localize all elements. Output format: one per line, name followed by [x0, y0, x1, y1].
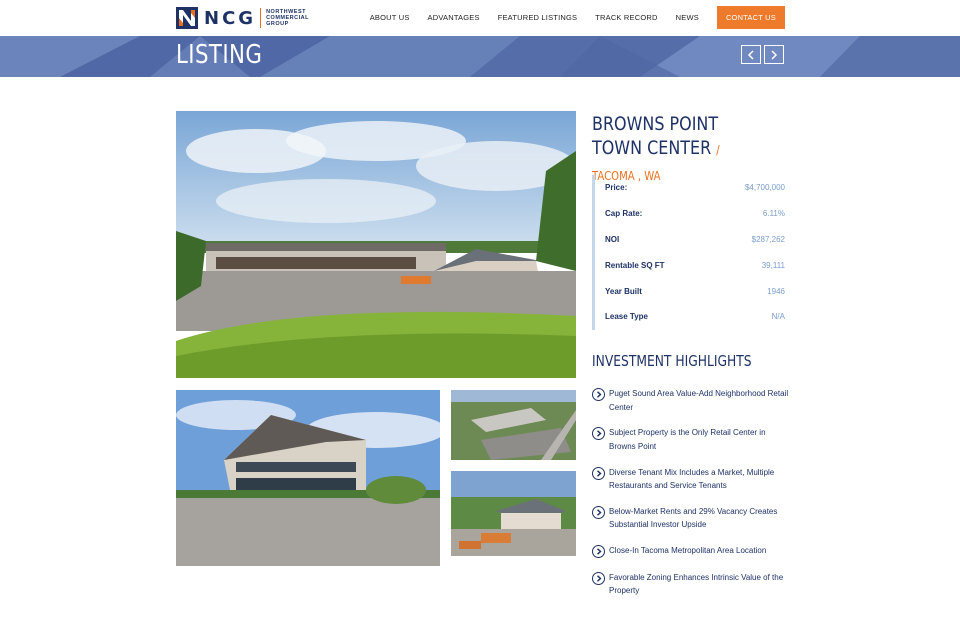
- spec-value: $4,700,000: [744, 183, 785, 193]
- highlight-item: Puget Sound Area Value-Add Neighborhood …: [592, 387, 792, 426]
- nav-news[interactable]: NEWS: [676, 13, 699, 22]
- nav-track-record[interactable]: TRACK RECORD: [595, 13, 657, 22]
- site-header: NCG NORTHWEST COMMERCIAL GROUP ABOUT US …: [0, 0, 960, 36]
- highlight-item: Favorable Zoning Enhances Intrinsic Valu…: [592, 571, 792, 610]
- spec-row-lease-type: Lease Type N/A: [595, 304, 785, 330]
- main-property-photo[interactable]: [176, 111, 576, 378]
- highlight-item: Subject Property is the Only Retail Cent…: [592, 426, 792, 465]
- highlight-text: Diverse Tenant Mix Includes a Market, Mu…: [609, 467, 775, 491]
- chevron-left-icon: [747, 49, 754, 60]
- next-button[interactable]: [764, 45, 784, 64]
- nav-advantages[interactable]: ADVANTAGES: [428, 13, 480, 22]
- logo-subtitle: NORTHWEST COMMERCIAL GROUP: [266, 9, 309, 27]
- spec-label: Rentable SQ FT: [605, 260, 665, 270]
- spec-label: Year Built: [605, 286, 642, 296]
- aerial-photo-2[interactable]: [451, 471, 576, 556]
- chevron-circle-right-icon: [592, 427, 605, 441]
- highlight-item: Below-Market Rents and 29% Vacancy Creat…: [592, 505, 792, 544]
- spec-row-year-built: Year Built 1946: [595, 278, 785, 304]
- banner-pattern: [0, 36, 960, 77]
- spec-value: $287,262: [751, 234, 785, 244]
- contact-us-button[interactable]: CONTACT US: [716, 5, 785, 29]
- spec-row-price: Price: $4,700,000: [595, 175, 785, 201]
- ncg-logo-mark: [176, 7, 198, 29]
- page-banner: LISTING: [0, 36, 960, 77]
- spec-value: 1946: [767, 286, 785, 296]
- property-name: BROWNS POINT TOWN CENTER: [592, 113, 719, 159]
- building-photo[interactable]: [176, 390, 440, 566]
- highlight-item: Close-In Tacoma Metropolitan Area Locati…: [592, 544, 792, 571]
- logo-sub-line: GROUP: [266, 21, 289, 27]
- ncg-logo-letters: NCG: [204, 7, 257, 29]
- spec-row-cap-rate: Cap Rate: 6.11%: [595, 201, 785, 227]
- prev-button[interactable]: [741, 45, 761, 64]
- highlights-list: Puget Sound Area Value-Add Neighborhood …: [592, 387, 792, 610]
- spec-row-noi: NOI $287,262: [595, 227, 785, 253]
- highlight-text: Close-In Tacoma Metropolitan Area Locati…: [609, 546, 767, 556]
- nav-about-us[interactable]: ABOUT US: [370, 13, 410, 22]
- ncg-logo[interactable]: NCG NORTHWEST COMMERCIAL GROUP: [176, 6, 309, 30]
- main-nav: ABOUT US ADVANTAGES FEATURED LISTINGS TR…: [352, 5, 785, 29]
- highlight-item: Diverse Tenant Mix Includes a Market, Mu…: [592, 466, 792, 505]
- property-specs: Price: $4,700,000 Cap Rate: 6.11% NOI $2…: [592, 175, 785, 330]
- highlight-text: Below-Market Rents and 29% Vacancy Creat…: [609, 506, 778, 530]
- spec-label: Lease Type: [605, 312, 648, 322]
- spec-value: 39,111: [761, 260, 785, 270]
- spec-value: 6.11%: [762, 209, 785, 219]
- aerial-photo-1[interactable]: [451, 390, 576, 460]
- spec-label: Cap Rate:: [605, 209, 643, 219]
- chevron-circle-right-icon: [592, 505, 605, 519]
- chevron-circle-right-icon: [592, 466, 605, 480]
- chevron-circle-right-icon: [592, 545, 605, 559]
- nav-featured-listings[interactable]: FEATURED LISTINGS: [498, 13, 578, 22]
- chevron-circle-right-icon: [592, 571, 605, 585]
- highlight-text: Puget Sound Area Value-Add Neighborhood …: [609, 389, 789, 412]
- logo-divider: [260, 8, 262, 28]
- spec-label: NOI: [605, 234, 620, 244]
- page-title: LISTING: [176, 40, 263, 70]
- highlight-text: Subject Property is the Only Retail Cent…: [609, 428, 766, 451]
- highlights-heading: INVESTMENT HIGHLIGHTS: [592, 352, 752, 370]
- spec-label: Price:: [605, 183, 628, 193]
- highlight-text: Favorable Zoning Enhances Intrinsic Valu…: [609, 572, 784, 596]
- chevron-right-icon: [771, 49, 778, 60]
- chevron-circle-right-icon: [592, 388, 605, 401]
- spec-row-rentable-sqft: Rentable SQ FT 39,111: [595, 252, 785, 278]
- spec-value: N/A: [771, 312, 785, 322]
